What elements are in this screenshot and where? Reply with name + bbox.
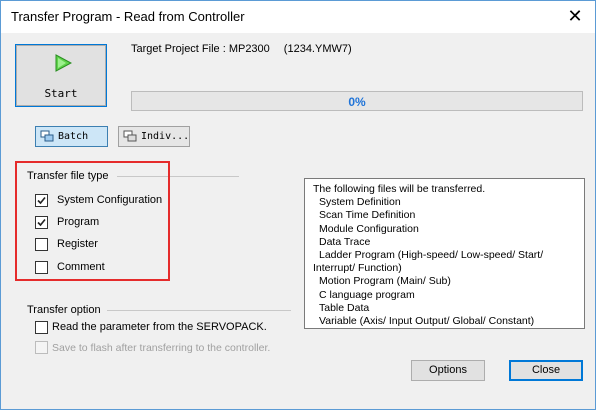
target-project-file: Target Project File : MP2300 (1234.YMW7) [131,43,352,55]
check-icon [37,196,46,205]
progress-text: 0% [348,95,366,109]
batch-icon [40,130,54,142]
checkbox-label: Comment [57,261,105,273]
info-line: Module Configuration [319,222,419,235]
close-window-icon[interactable]: ✕ [561,3,589,29]
start-button[interactable]: Start [15,44,107,107]
group-separator [107,310,291,311]
checkbox-register[interactable] [35,238,48,251]
info-line: Scan Time Definition [319,209,416,222]
checkbox-label: Read the parameter from the SERVOPACK. [52,321,267,333]
target-label: Target Project File : MP2300 [131,43,270,55]
info-line: Motion Program (Main/ Sub) [319,275,451,288]
title-bar: Transfer Program - Read from Controller … [1,1,595,33]
info-line: Variable (Axis/ Input Output/ Global/ Co… [319,315,535,328]
check-icon [37,218,46,227]
checkbox-label: Register [57,238,98,250]
start-button-label: Start [44,87,78,100]
info-line: Data Trace [319,235,371,248]
individual-button-label: Indiv... [141,131,190,142]
info-line: C language program [319,288,415,301]
window-title: Transfer Program - Read from Controller [11,9,245,24]
info-line: System Definition [319,196,401,209]
info-line: Ladder Program (High-speed/ Low-speed/ S… [319,249,544,262]
checkbox-label: Program [57,216,100,228]
checkbox-read-servopack-parameter[interactable] [35,321,48,334]
batch-button[interactable]: Batch [35,126,108,147]
play-icon [55,54,72,72]
checkbox-label: System Configuration [57,194,163,206]
info-line: Interrupt/ Function) [313,262,402,275]
individual-icon [123,130,137,142]
checkbox-label: Save to flash after transferring to the … [52,342,271,354]
info-line: Table Data [319,301,370,314]
individual-button[interactable]: Indiv... [118,126,190,147]
checkbox-system-configuration[interactable] [35,194,48,207]
checkbox-program[interactable] [35,216,48,229]
target-file-name: (1234.YMW7) [283,43,352,55]
checkbox-comment[interactable] [35,261,48,274]
batch-button-label: Batch [58,131,89,142]
progress-bar: 0% [131,91,583,111]
transfer-option-title: Transfer option [27,304,101,316]
checkbox-save-to-flash [35,341,48,354]
transfer-program-dialog: Transfer Program - Read from Controller … [0,0,596,410]
info-heading: The following files will be transferred. [313,183,486,195]
transfer-file-list: The following files will be transferred.… [304,178,585,329]
options-button[interactable]: Options [411,360,485,381]
close-button[interactable]: Close [509,360,583,381]
